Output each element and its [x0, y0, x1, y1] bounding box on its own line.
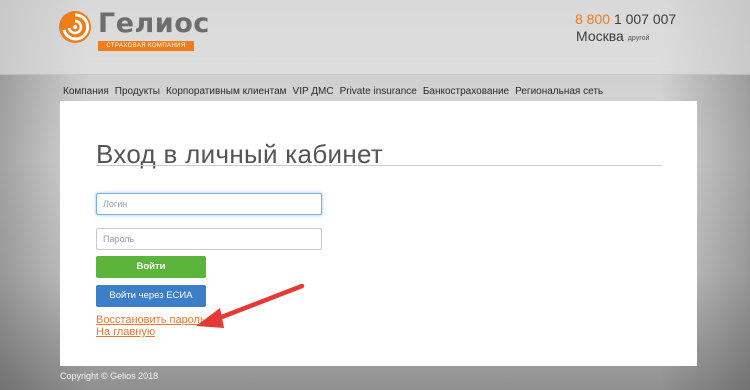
login-input[interactable]: [96, 193, 322, 215]
password-input[interactable]: [96, 228, 322, 250]
nav-item-regional-network[interactable]: Региональная сеть: [515, 86, 603, 97]
phone-number: 8 800 1 007 007: [575, 11, 676, 27]
nav-item-bancassurance[interactable]: Банкострахование: [423, 86, 509, 97]
site-header: Гелиос СТРАХОВАЯ КОМПАНИЯ 8 800 1 007 00…: [0, 0, 750, 75]
login-button[interactable]: Войти: [96, 256, 206, 278]
login-panel: Вход в личный кабинет Войти Войти через …: [60, 101, 697, 366]
nav-item-company[interactable]: Компания: [63, 86, 109, 97]
city-selector: Москва другой: [576, 28, 649, 44]
nav-item-private-insurance[interactable]: Private insurance: [340, 86, 417, 97]
title-divider: [96, 165, 662, 166]
home-link[interactable]: На главную: [96, 326, 155, 338]
orange-spiral-logo-icon: [59, 11, 91, 43]
brand-tagline: СТРАХОВАЯ КОМПАНИЯ: [98, 41, 194, 51]
brand-logo[interactable]: Гелиос СТРАХОВАЯ КОМПАНИЯ: [58, 8, 209, 51]
footer-copyright: Copyright © Gelios 2018: [60, 371, 159, 381]
brand-name: Гелиос: [98, 8, 210, 39]
nav-item-products[interactable]: Продукты: [115, 86, 160, 97]
phone-main: 1 007 007: [613, 11, 677, 27]
red-arrow-icon: [196, 283, 305, 328]
phone-prefix: 8 800: [575, 11, 611, 27]
main-nav: Компания Продукты Корпоративным клиентам…: [63, 86, 603, 97]
nav-item-corporate[interactable]: Корпоративным клиентам: [166, 86, 287, 97]
nav-item-vip-dms[interactable]: VIP ДМС: [293, 86, 334, 97]
other-city-link[interactable]: другой: [628, 35, 650, 42]
city-name: Москва: [576, 28, 624, 44]
